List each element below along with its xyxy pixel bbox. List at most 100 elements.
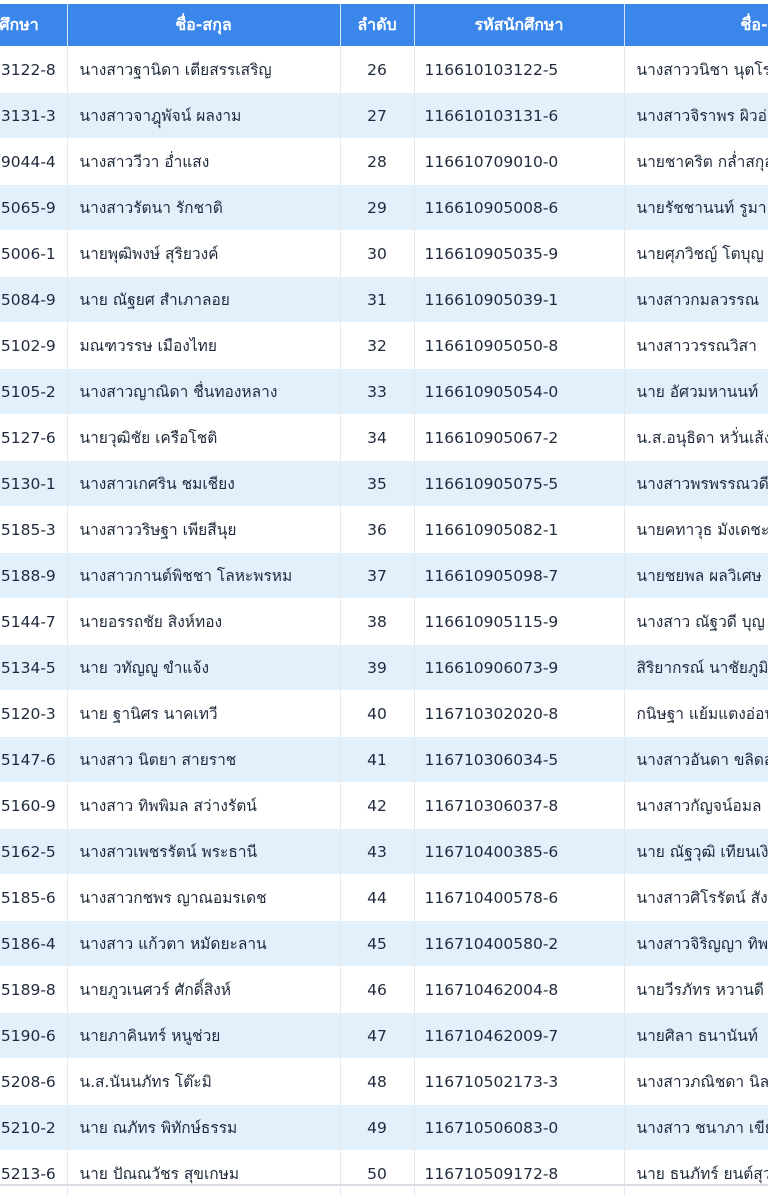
table-row: 116610905190-6นายภาคินทร์ หนูช่วย4711671… xyxy=(0,1012,768,1059)
student-id-right-cell: 116610905035-9 xyxy=(413,230,624,277)
student-name-right-cell: น.ส.อนุธิดา หวั่นเส้ง xyxy=(623,414,768,461)
student-id-right-cell: 116610709010-0 xyxy=(413,138,624,185)
student-name-right-cell: นางสาว ชนาภา เขียวสด xyxy=(623,1104,768,1151)
table-row: 116610905130-1นางสาวเกศริน ชมเชียง351166… xyxy=(0,460,768,507)
student-id-left-cell: 116610905208-6 xyxy=(0,1058,67,1105)
student-id-left-cell: 116610905185-6 xyxy=(0,874,67,921)
student-name-right-cell: นาย ธนภัทร์ ยนต์สุวรรณ xyxy=(623,1150,768,1196)
student-list-viewport: รหัสนักศึกษา ชื่อ-สกุล ลำดับ รหัสนักศึกษ… xyxy=(0,0,768,1200)
student-name-right-cell: นางสาววรรณวิสา xyxy=(623,322,768,369)
student-name-right-cell: นางสาว ณัฐวดี บุญ xyxy=(623,598,768,645)
student-name-left-cell: นางสาว แก้วตา หมัดยะลาน xyxy=(66,920,340,967)
order-number-cell: 49 xyxy=(339,1104,414,1151)
student-id-right-cell: 116710506083-0 xyxy=(413,1104,624,1151)
table-row: 116610905188-9นางสาวกานต์พิชชา โลหะพรหม3… xyxy=(0,552,768,599)
student-id-left-cell: 116610905185-3 xyxy=(0,506,67,553)
student-name-left-cell: นายภูวเนศวร์ ศักดิ์สิงห์ xyxy=(66,966,340,1013)
student-id-right-cell: 116610905067-2 xyxy=(413,414,624,461)
student-id-left-cell: 116610905210-2 xyxy=(0,1104,67,1151)
student-id-right-cell: 116610103131-6 xyxy=(413,92,624,139)
student-name-right-cell: นายรัชชานนท์ รูมา xyxy=(623,184,768,231)
table-row: 116610905185-6นางสาวกชพร ญาณอมรเดช441167… xyxy=(0,874,768,921)
order-number-cell: 26 xyxy=(339,46,414,93)
order-number-cell: 32 xyxy=(339,322,414,369)
order-number-cell: 34 xyxy=(339,414,414,461)
student-id-left-cell: 116610905006-1 xyxy=(0,230,67,277)
order-number-cell: 48 xyxy=(339,1058,414,1105)
student-id-right-cell: 116710502173-3 xyxy=(413,1058,624,1105)
student-name-left-cell: นาย ณัฐยศ สำเภาลอย xyxy=(66,276,340,323)
student-name-left-cell: นางสาววริษฐา เพียสีนุย xyxy=(66,506,340,553)
header-order: ลำดับ xyxy=(339,4,414,47)
student-name-left-cell: มณฑวรรษ เมืองไทย xyxy=(66,322,340,369)
student-name-left-cell: นางสาวเพชรรัตน์ พระธานี xyxy=(66,828,340,875)
order-number-cell: 29 xyxy=(339,184,414,231)
student-name-right-cell: นางสาวอันดา ขลิดสุข xyxy=(623,736,768,783)
student-id-left-cell: 116610905120-3 xyxy=(0,690,67,737)
header-name-left: ชื่อ-สกุล xyxy=(66,4,340,47)
student-name-left-cell: นางสาว นิตยา สายราช xyxy=(66,736,340,783)
student-id-left-cell: 116610905160-9 xyxy=(0,782,67,829)
student-id-left-cell: 116610905147-6 xyxy=(0,736,67,783)
student-id-right-cell: 116610905039-1 xyxy=(413,276,624,323)
order-number-cell: 43 xyxy=(339,828,414,875)
table-row: 116610905134-5นาย วทัญญู ขำแจ้ง391166109… xyxy=(0,644,768,691)
table-row: 116610905084-9นาย ณัฐยศ สำเภาลอย31116610… xyxy=(0,276,768,323)
student-id-left-cell: 116610905102-9 xyxy=(0,322,67,369)
student-id-right-cell: 116710400578-6 xyxy=(413,874,624,921)
student-name-left-cell: นายพุฒิพงษ์ สุริยวงค์ xyxy=(66,230,340,277)
table-body: 116610103122-8นางสาวฐานิดา เตียสรรเสริญ2… xyxy=(0,46,768,1196)
order-number-cell: 30 xyxy=(339,230,414,277)
student-name-right-cell: นางสาวจิริญญา ทิพย์ xyxy=(623,920,768,967)
order-number-cell: 44 xyxy=(339,874,414,921)
table-row: 116610709044-4นางสาววีวา อ่ำแสง281166107… xyxy=(0,138,768,185)
student-name-left-cell: นางสาว ทิพพิมล สว่างรัตน์ xyxy=(66,782,340,829)
order-number-cell: 47 xyxy=(339,1012,414,1059)
student-id-left-cell: 116610103131-3 xyxy=(0,92,67,139)
student-id-left-cell: 116610905213-6 xyxy=(0,1150,67,1196)
table-row: 116610905210-2นาย ณภัทร พิทักษ์ธรรม49116… xyxy=(0,1104,768,1151)
student-id-right-cell: 116710400580-2 xyxy=(413,920,624,967)
student-name-right-cell: นางสาวศิโรรัตน์ สังข์ xyxy=(623,874,768,921)
student-id-right-cell: 116710302020-8 xyxy=(413,690,624,737)
student-id-right-cell: 116610905054-0 xyxy=(413,368,624,415)
student-id-right-cell: 116610905115-9 xyxy=(413,598,624,645)
student-id-left-cell: 116610905186-4 xyxy=(0,920,67,967)
student-name-left-cell: นางสาวเกศริน ชมเชียง xyxy=(66,460,340,507)
student-name-left-cell: นางสาวฐานิดา เตียสรรเสริญ xyxy=(66,46,340,93)
student-name-left-cell: นาย วทัญญู ขำแจ้ง xyxy=(66,644,340,691)
student-name-right-cell: นายศิลา ธนานันท์ xyxy=(623,1012,768,1059)
student-name-right-cell: นาย ณัฐวุฒิ เทียนเงิน xyxy=(623,828,768,875)
student-name-left-cell: นาย ปัณณวัชร สุขเกษม xyxy=(66,1150,340,1196)
student-name-left-cell: นาย ฐานิศร นาคเทวี xyxy=(66,690,340,737)
student-name-left-cell: นางสาวญาณิดา ชื่นทองหลาง xyxy=(66,368,340,415)
table-row: 116610905186-4นางสาว แก้วตา หมัดยะลาน451… xyxy=(0,920,768,967)
student-id-left-cell: 116610905162-5 xyxy=(0,828,67,875)
student-name-right-cell: นางสาวกมลวรรณ xyxy=(623,276,768,323)
order-number-cell: 41 xyxy=(339,736,414,783)
order-number-cell: 50 xyxy=(339,1150,414,1196)
order-number-cell: 42 xyxy=(339,782,414,829)
table-row: 116610905065-9นางสาวรัตนา รักชาติ2911661… xyxy=(0,184,768,231)
student-table: รหัสนักศึกษา ชื่อ-สกุล ลำดับ รหัสนักศึกษ… xyxy=(0,4,768,1196)
student-id-right-cell: 116710509172-8 xyxy=(413,1150,624,1196)
table-row: 116610905189-8นายภูวเนศวร์ ศักดิ์สิงห์46… xyxy=(0,966,768,1013)
header-student-id-right: รหัสนักศึกษา xyxy=(413,4,624,47)
header-student-id-left: รหัสนักศึกษา xyxy=(0,4,67,47)
order-number-cell: 37 xyxy=(339,552,414,599)
order-number-cell: 38 xyxy=(339,598,414,645)
student-name-left-cell: นาย ณภัทร พิทักษ์ธรรม xyxy=(66,1104,340,1151)
student-name-left-cell: น.ส.นันนภัทร โต๊ะมิ xyxy=(66,1058,340,1105)
student-name-left-cell: นายภาคินทร์ หนูช่วย xyxy=(66,1012,340,1059)
student-name-right-cell: กนิษฐา แย้มแตงอ่อน xyxy=(623,690,768,737)
order-number-cell: 28 xyxy=(339,138,414,185)
table-row: 116610905105-2นางสาวญาณิดา ชื่นทองหลาง33… xyxy=(0,368,768,415)
student-id-right-cell: 116710400385-6 xyxy=(413,828,624,875)
table-row: 116610905147-6นางสาว นิตยา สายราช4111671… xyxy=(0,736,768,783)
student-name-right-cell: นางสาววนิชา นุตโรจน์ xyxy=(623,46,768,93)
header-row: รหัสนักศึกษา ชื่อ-สกุล ลำดับ รหัสนักศึกษ… xyxy=(0,4,768,47)
student-id-left-cell: 116610905189-8 xyxy=(0,966,67,1013)
student-id-left-cell: 116610905105-2 xyxy=(0,368,67,415)
student-name-right-cell: นายชาคริต กล่ำสกุล xyxy=(623,138,768,185)
student-id-left-cell: 116610905134-5 xyxy=(0,644,67,691)
